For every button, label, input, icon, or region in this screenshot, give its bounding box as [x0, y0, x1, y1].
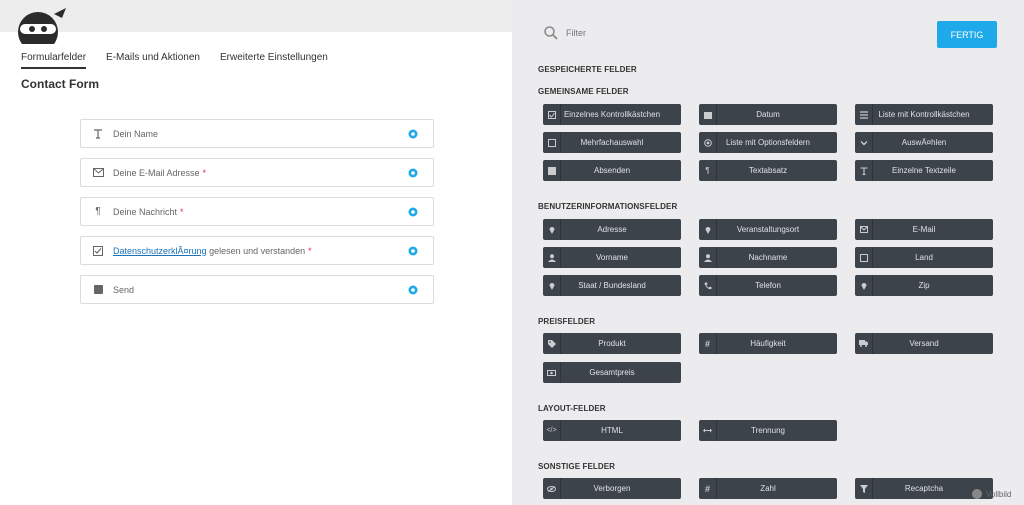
filter-input[interactable] — [566, 28, 766, 38]
section-userinfo-fields: BENUTZERINFORMATIONSFELDER — [538, 202, 678, 211]
field-btn-product[interactable]: Produkt — [543, 333, 681, 354]
header-bar — [0, 0, 512, 32]
field-label: Deine E-Mail Adresse — [113, 167, 200, 178]
required-marker: * — [202, 167, 207, 178]
gear-icon[interactable] — [407, 206, 419, 218]
gear-icon[interactable] — [407, 167, 419, 179]
field-btn-paragraph[interactable]: ¶ Textabsatz — [699, 160, 837, 181]
tab-bar: Formularfelder E-Mails und Aktionen Erwe… — [21, 52, 328, 69]
tab-advanced-settings[interactable]: Erweiterte Einstellungen — [220, 52, 328, 69]
field-label: Deine Nachricht — [113, 206, 178, 217]
text-icon — [855, 160, 873, 181]
filter-icon — [855, 478, 873, 499]
field-btn-email[interactable]: E-Mail — [855, 219, 993, 240]
field-btn-textline[interactable]: Einzelne Textzeile — [855, 160, 993, 181]
radio-icon — [699, 132, 717, 153]
map-marker-icon — [543, 275, 561, 296]
field-btn-divider[interactable]: Trennung — [699, 420, 837, 441]
square-icon — [91, 283, 105, 297]
field-btn-number[interactable]: # Zahl — [699, 478, 837, 499]
envelope-icon — [855, 219, 873, 240]
checkbox-icon — [543, 104, 561, 125]
map-marker-icon — [855, 275, 873, 296]
done-button[interactable]: FERTIG — [937, 21, 997, 48]
field-btn-html[interactable]: </> HTML — [543, 420, 681, 441]
gear-icon[interactable] — [407, 284, 419, 296]
field-btn-radio-list[interactable]: Liste mit Optionsfeldern — [699, 132, 837, 153]
field-btn-zip[interactable]: Zip — [855, 275, 993, 296]
field-btn-state[interactable]: Staat / Bundesland — [543, 275, 681, 296]
form-builder-panel: Formularfelder E-Mails und Aktionen Erwe… — [0, 32, 512, 505]
ninja-logo-icon — [18, 8, 66, 44]
field-name[interactable]: Dein Name — [80, 119, 434, 148]
field-btn-multi-select[interactable]: Mehrfachauswahl — [543, 132, 681, 153]
search-icon — [544, 26, 558, 40]
field-btn-address[interactable]: Adresse — [543, 219, 681, 240]
envelope-icon — [91, 166, 105, 180]
paragraph-icon: ¶ — [699, 160, 717, 181]
arrows-h-icon — [699, 420, 717, 441]
required-marker: * — [180, 206, 184, 217]
field-btn-checkbox-list[interactable]: Liste mit Kontrollkästchen — [855, 104, 993, 125]
expand-icon — [972, 489, 982, 499]
field-label: Send — [113, 284, 135, 295]
tab-emails-actions[interactable]: E-Mails und Aktionen — [106, 52, 200, 69]
square-icon — [543, 160, 561, 181]
form-title: Contact Form — [21, 77, 99, 91]
code-icon: </> — [543, 420, 561, 441]
field-btn-shipping[interactable]: Versand — [855, 333, 993, 354]
truck-icon — [855, 333, 873, 354]
tag-icon — [543, 333, 561, 354]
field-btn-single-checkbox[interactable]: Einzelnes Kontrollkästchen — [543, 104, 681, 125]
calendar-icon — [699, 104, 717, 125]
field-label: Dein Name — [113, 128, 159, 139]
phone-icon — [699, 275, 717, 296]
field-btn-lastname[interactable]: Nachname — [699, 247, 837, 268]
checkbox-icon — [91, 244, 105, 258]
tab-form-fields[interactable]: Formularfelder — [21, 52, 87, 69]
square-outline-icon — [543, 132, 561, 153]
field-label: DatenschutzerklÃ¤rung gelesen und versta… — [113, 245, 306, 256]
hash-icon: # — [699, 478, 717, 499]
field-btn-submit[interactable]: Absenden — [543, 160, 681, 181]
filter-bar — [544, 26, 766, 40]
section-misc-fields: SONSTIGE FELDER — [538, 462, 616, 471]
user-icon — [699, 247, 717, 268]
list-icon — [855, 104, 873, 125]
square-outline-icon — [855, 247, 873, 268]
field-btn-country[interactable]: Land — [855, 247, 993, 268]
privacy-link[interactable]: DatenschutzerklÃ¤rung — [113, 246, 207, 256]
chevron-down-icon — [855, 132, 873, 153]
field-send[interactable]: Send — [80, 275, 434, 304]
section-pricing-fields: PREISFELDER — [538, 317, 596, 326]
field-btn-firstname[interactable]: Vorname — [543, 247, 681, 268]
section-saved-fields: GESPEICHERTE FELDER — [538, 65, 637, 74]
map-marker-icon — [543, 219, 561, 240]
fullscreen-toggle[interactable]: Vollbild — [972, 489, 1011, 499]
text-icon — [91, 127, 105, 141]
paragraph-icon: ¶ — [95, 206, 101, 217]
map-marker-icon — [699, 219, 717, 240]
section-layout-fields: LAYOUT-FELDER — [538, 404, 606, 413]
field-palette-panel: FERTIG GESPEICHERTE FELDER GEMEINSAME FE… — [512, 0, 1024, 505]
field-privacy[interactable]: DatenschutzerklÃ¤rung gelesen und versta… — [80, 236, 434, 265]
field-message[interactable]: ¶ Deine Nachricht * — [80, 197, 434, 226]
field-btn-total[interactable]: Gesamtpreis — [543, 362, 681, 383]
field-btn-hidden[interactable]: Verborgen — [543, 478, 681, 499]
section-common-fields: GEMEINSAME FELDER — [538, 87, 629, 96]
field-btn-venue[interactable]: Veranstaltungsort — [699, 219, 837, 240]
field-btn-select[interactable]: AuswÃ¤hlen — [855, 132, 993, 153]
required-marker: * — [308, 245, 312, 256]
hash-icon: # — [699, 333, 717, 354]
field-btn-date[interactable]: Datum — [699, 104, 837, 125]
field-btn-phone[interactable]: Telefon — [699, 275, 837, 296]
user-icon — [543, 247, 561, 268]
field-btn-frequency[interactable]: # Häufigkeit — [699, 333, 837, 354]
field-email[interactable]: Deine E-Mail Adresse * — [80, 158, 434, 187]
gear-icon[interactable] — [407, 245, 419, 257]
money-icon — [543, 362, 561, 383]
eye-slash-icon — [543, 478, 561, 499]
gear-icon[interactable] — [407, 128, 419, 140]
